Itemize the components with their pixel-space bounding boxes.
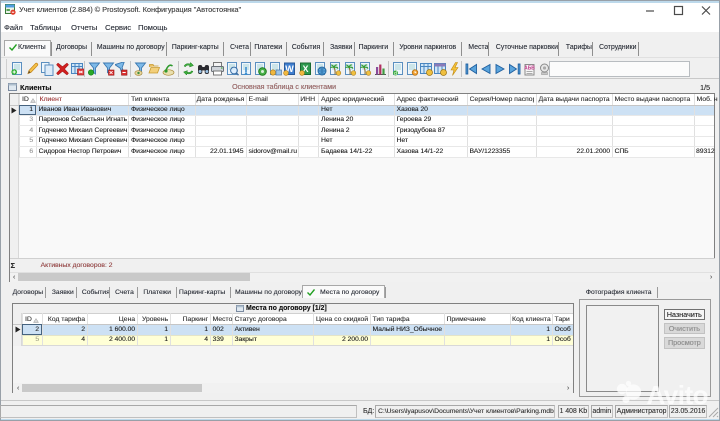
svg-text:АБВ: АБВ: [524, 66, 535, 72]
svg-text:d: d: [394, 71, 397, 76]
svg-text:Avito: Avito: [647, 380, 709, 410]
